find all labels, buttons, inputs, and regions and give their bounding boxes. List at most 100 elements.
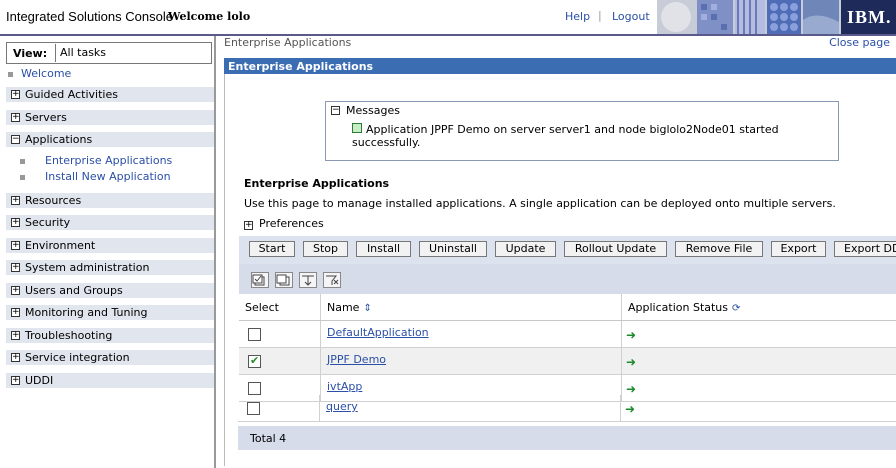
col-status-label: Application Status — [628, 301, 729, 314]
expand-icon[interactable]: + — [11, 113, 20, 122]
expand-icon[interactable]: + — [11, 331, 20, 340]
nav-group-label: Monitoring and Tuning — [25, 306, 148, 319]
col-name-header[interactable]: Name ⇕ — [327, 301, 372, 314]
show-filter-icon[interactable] — [299, 272, 317, 288]
sort-icon[interactable]: ⇕ — [363, 303, 371, 314]
install-button[interactable]: Install — [356, 241, 411, 257]
expand-icon[interactable]: + — [11, 286, 20, 295]
rollout-update-button[interactable]: Rollout Update — [564, 241, 667, 257]
table-row: query ➜ — [238, 395, 896, 422]
nav-group-servers[interactable]: + Servers — [6, 109, 214, 125]
uninstall-button[interactable]: Uninstall — [419, 241, 487, 257]
view-select[interactable]: All tasks — [55, 44, 213, 62]
expand-icon[interactable]: + — [11, 218, 20, 227]
start-button[interactable]: Start — [249, 241, 295, 257]
view-selector[interactable]: View: All tasks — [6, 42, 212, 64]
messages-title: Messages — [346, 104, 400, 117]
nav-item-install-new-application[interactable]: Install New Application — [8, 170, 171, 183]
close-page-link[interactable]: Close page — [829, 36, 890, 49]
expand-icon[interactable]: + — [11, 196, 20, 205]
row-checkbox[interactable] — [248, 354, 261, 368]
app-link[interactable]: query — [326, 400, 358, 413]
table-icon-toolbar — [239, 264, 896, 294]
logout-link[interactable]: Logout — [612, 10, 650, 23]
nav-group-label: System administration — [25, 261, 150, 274]
nav-group-label: Servers — [25, 111, 67, 124]
expand-icon[interactable]: + — [11, 263, 20, 272]
bullet-icon — [8, 71, 13, 77]
nav-welcome[interactable]: Welcome — [8, 67, 71, 80]
select-all-glyph — [252, 274, 265, 286]
app-link[interactable]: DefaultApplication — [327, 326, 429, 339]
bullet-icon — [20, 174, 25, 180]
nav-item-enterprise-applications[interactable]: Enterprise Applications — [8, 154, 172, 167]
nav-group-label: Users and Groups — [25, 284, 123, 297]
refresh-icon[interactable]: ⟳ — [732, 303, 740, 314]
section-heading: Enterprise Applications — [244, 177, 390, 190]
app-title: Integrated Solutions Console — [6, 9, 173, 24]
expand-icon[interactable]: + — [11, 376, 20, 385]
nav-group-environment[interactable]: + Environment — [6, 237, 214, 253]
nav-group-service-integration[interactable]: + Service integration — [6, 349, 214, 365]
nav-group-guided-activities[interactable]: + Guided Activities — [6, 86, 214, 102]
help-link[interactable]: Help — [565, 10, 590, 23]
nav-group-monitoring-and-tuning[interactable]: + Monitoring and Tuning — [6, 304, 214, 320]
app-link[interactable]: JPPF Demo — [327, 353, 386, 366]
nav-group-label: Guided Activities — [25, 88, 118, 101]
expand-icon[interactable]: + — [11, 241, 20, 250]
expand-icon[interactable]: + — [244, 221, 253, 230]
nav-group-label: Service integration — [25, 351, 130, 364]
clear-filter-icon[interactable] — [323, 272, 341, 288]
bullet-icon — [20, 158, 25, 164]
started-arrow-icon: ➜ — [626, 328, 637, 342]
total-count: Total 4 — [250, 432, 287, 445]
expand-icon[interactable]: + — [11, 308, 20, 317]
nav-group-applications[interactable]: − Applications — [6, 131, 214, 147]
col-select-header: Select — [245, 301, 279, 314]
started-arrow-icon: ➜ — [625, 402, 636, 416]
expand-icon[interactable]: + — [11, 353, 20, 362]
nav-group-troubleshooting[interactable]: + Troubleshooting — [6, 327, 214, 343]
nav-group-label: Applications — [25, 133, 93, 146]
collapse-icon[interactable]: − — [11, 135, 20, 144]
stop-button[interactable]: Stop — [303, 241, 348, 257]
nav-group-label: Resources — [25, 194, 82, 207]
nav-group-label: Environment — [25, 239, 96, 252]
export-ddl-button[interactable]: Export DDL — [834, 241, 896, 257]
nav-group-security[interactable]: + Security — [6, 214, 214, 230]
nav-group-system-administration[interactable]: + System administration — [6, 259, 214, 275]
col-status-header: Application Status ⟳ — [628, 301, 740, 314]
action-toolbar: Start Stop Install Uninstall Update Roll… — [239, 236, 896, 264]
breadcrumb: Enterprise Applications — [224, 36, 352, 49]
nav-welcome-link[interactable]: Welcome — [21, 67, 71, 80]
preferences-label: Preferences — [259, 217, 324, 230]
nav-group-label: Security — [25, 216, 71, 229]
message-text: Application JPPF Demo on server server1 … — [352, 123, 779, 149]
select-all-icon[interactable] — [251, 272, 269, 288]
row-checkbox[interactable] — [247, 402, 260, 415]
nav-group-uddi[interactable]: + UDDI — [6, 372, 214, 388]
nav-group-users-and-groups[interactable]: + Users and Groups — [6, 282, 214, 298]
table-footer: Total 4 — [238, 426, 896, 450]
view-label: View: — [13, 47, 48, 60]
remove-file-button[interactable]: Remove File — [675, 241, 763, 257]
nav-group-label: UDDI — [25, 374, 54, 387]
preferences-toggle[interactable]: + Preferences — [244, 217, 324, 230]
header-separator: | — [598, 9, 602, 22]
export-button[interactable]: Export — [771, 241, 826, 257]
section-description: Use this page to manage installed applic… — [244, 197, 836, 210]
deselect-all-icon[interactable] — [275, 272, 293, 288]
app-link[interactable]: ivtApp — [327, 380, 362, 393]
navigation-panel: View: All tasks Welcome + Guided Activiti… — [0, 36, 216, 468]
row-checkbox[interactable] — [248, 382, 261, 395]
nav-group-resources[interactable]: + Resources — [6, 192, 214, 208]
nav-item-label[interactable]: Enterprise Applications — [45, 154, 172, 167]
collapse-icon[interactable]: − — [331, 106, 340, 115]
nav-item-label[interactable]: Install New Application — [45, 170, 171, 183]
update-button[interactable]: Update — [495, 241, 556, 257]
header-bar: Integrated Solutions Console Welcome lol… — [0, 0, 896, 34]
filter-glyph — [302, 275, 314, 286]
started-arrow-icon: ➜ — [626, 355, 637, 369]
row-checkbox[interactable] — [248, 328, 261, 341]
expand-icon[interactable]: + — [11, 90, 20, 99]
